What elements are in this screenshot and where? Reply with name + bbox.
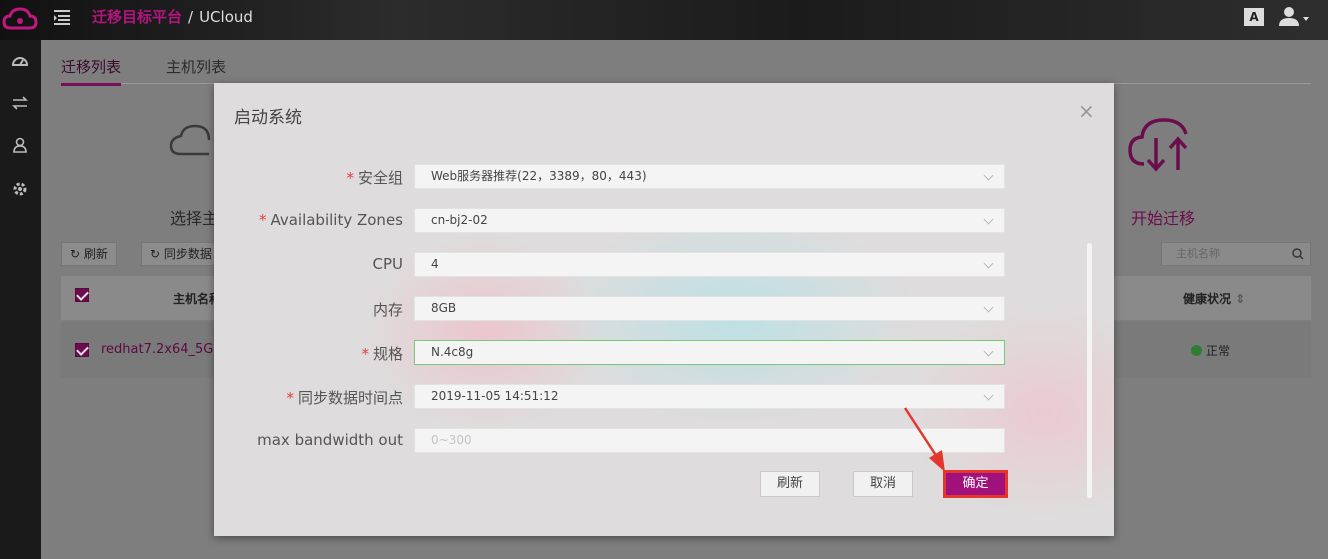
check-circle-icon: [1191, 345, 1202, 356]
chevron-down-icon: [983, 214, 994, 225]
step-select-host: 选择主: [170, 209, 219, 228]
annotation-arrow-icon: [903, 407, 945, 472]
spec-select[interactable]: N.4c8g: [414, 340, 1005, 365]
availability-zones-value: cn-bj2-02: [431, 213, 488, 227]
column-health[interactable]: 健康状况 ⇕: [1183, 290, 1245, 307]
required-star: *: [258, 211, 267, 229]
sync-data-label: 同步数据: [163, 247, 212, 261]
sync-icon: ↻: [150, 247, 164, 261]
cpu-label: CPU: [372, 255, 404, 273]
memory-select[interactable]: 8GB: [414, 296, 1005, 321]
font-size-icon[interactable]: A: [1244, 8, 1264, 26]
breadcrumb: 迁移目标平台 / UCloud: [92, 6, 253, 27]
spec-value: N.4c8g: [431, 345, 474, 359]
required-star: *: [286, 389, 294, 407]
memory-value: 8GB: [431, 301, 457, 315]
spec-label: * 规格: [361, 343, 403, 364]
breadcrumb-platform[interactable]: 迁移目标平台: [92, 8, 182, 26]
chevron-down-icon: [983, 302, 994, 313]
cloud-upload-download-icon: [1128, 118, 1188, 172]
cpu-row: CPU 4: [214, 252, 1114, 278]
user-icon[interactable]: [1278, 5, 1312, 29]
transfer-icon[interactable]: [11, 94, 29, 112]
dashboard-icon[interactable]: [11, 52, 29, 70]
chevron-down-icon: [983, 170, 994, 181]
step-start-migration: 开始迁移: [1131, 209, 1196, 228]
search-placeholder: 主机名称: [1176, 247, 1220, 260]
chevron-down-icon: [983, 390, 994, 401]
cloud-icon: [169, 124, 211, 156]
memory-row: 内存 8GB: [214, 296, 1114, 322]
health-cell: 正常: [1191, 342, 1230, 359]
security-group-label-text: 安全组: [357, 169, 403, 187]
chevron-down-icon: [983, 258, 994, 269]
cpu-select[interactable]: 4: [414, 252, 1005, 277]
menu-toggle-icon[interactable]: [52, 7, 72, 27]
availability-zones-label: * Availability Zones: [259, 211, 403, 229]
start-system-modal: 启动系统 × * 安全组 Web服务器推荐(22，3389，80，443) * Av…: [214, 83, 1114, 536]
availability-zones-label-text: Availability Zones: [270, 211, 403, 229]
security-group-row: * 安全组 Web服务器推荐(22，3389，80，443): [214, 164, 1114, 190]
security-group-select[interactable]: Web服务器推荐(22，3389，80，443): [414, 164, 1005, 189]
security-group-value: Web服务器推荐(22，3389，80，443): [431, 169, 647, 183]
sync-time-label: * 同步数据时间点: [286, 387, 403, 408]
availability-zones-row: * Availability Zones cn-bj2-02: [214, 208, 1114, 234]
user-icon[interactable]: [11, 136, 29, 154]
host-search-input[interactable]: 主机名称: [1161, 242, 1311, 266]
sidebar: [0, 40, 41, 559]
settings-icon[interactable]: [11, 180, 29, 198]
modal-title: 启动系统: [234, 108, 302, 128]
max-bandwidth-label: max bandwidth out: [257, 431, 403, 449]
sync-data-button[interactable]: ↻ 同步数据: [141, 242, 221, 266]
breadcrumb-separator: /: [188, 8, 194, 26]
refresh-button[interactable]: 刷新: [760, 471, 820, 497]
tab-bar: 迁移列表 主机列表: [61, 56, 1311, 86]
health-status: 正常: [1206, 344, 1231, 358]
sync-time-label-text: 同步数据时间点: [297, 389, 403, 407]
sync-time-row: * 同步数据时间点 2019-11-05 14:51:12: [214, 384, 1114, 410]
cpu-value: 4: [431, 257, 439, 271]
select-all-checkbox[interactable]: [75, 288, 89, 302]
refresh-button[interactable]: ↻ 刷新: [61, 242, 117, 266]
row-checkbox[interactable]: [75, 343, 89, 357]
top-header: 迁移目标平台 / UCloud A: [0, 0, 1328, 40]
spec-row: * 规格 N.4c8g: [214, 340, 1114, 366]
sync-time-value: 2019-11-05 14:51:12: [431, 389, 559, 403]
column-health-label: 健康状况: [1183, 292, 1232, 306]
chevron-down-icon: [1303, 17, 1309, 21]
refresh-icon: ↻: [70, 247, 84, 261]
spec-label-text: 规格: [372, 345, 403, 363]
required-star: *: [346, 169, 354, 187]
tab-migration-list[interactable]: 迁移列表: [61, 56, 122, 86]
security-group-label: * 安全组: [346, 167, 403, 188]
tab-host-list[interactable]: 主机列表: [166, 56, 226, 83]
cloud-logo-icon[interactable]: [2, 4, 38, 36]
availability-zones-select[interactable]: cn-bj2-02: [414, 208, 1005, 233]
memory-label: 内存: [372, 301, 403, 319]
sort-icon[interactable]: ⇕: [1235, 292, 1245, 306]
host-name-cell[interactable]: redhat7.2x64_5G: [101, 342, 213, 357]
breadcrumb-cloud-name: UCloud: [199, 8, 253, 26]
chevron-down-icon: [983, 346, 994, 357]
max-bandwidth-placeholder: 0~300: [431, 433, 472, 447]
max-bandwidth-row: max bandwidth out 0~300: [214, 428, 1114, 454]
close-icon[interactable]: ×: [1078, 101, 1095, 121]
refresh-label: 刷新: [83, 247, 108, 261]
required-star: *: [361, 345, 369, 363]
search-icon[interactable]: [1292, 248, 1304, 260]
modal-scrollbar[interactable]: [1087, 243, 1092, 498]
